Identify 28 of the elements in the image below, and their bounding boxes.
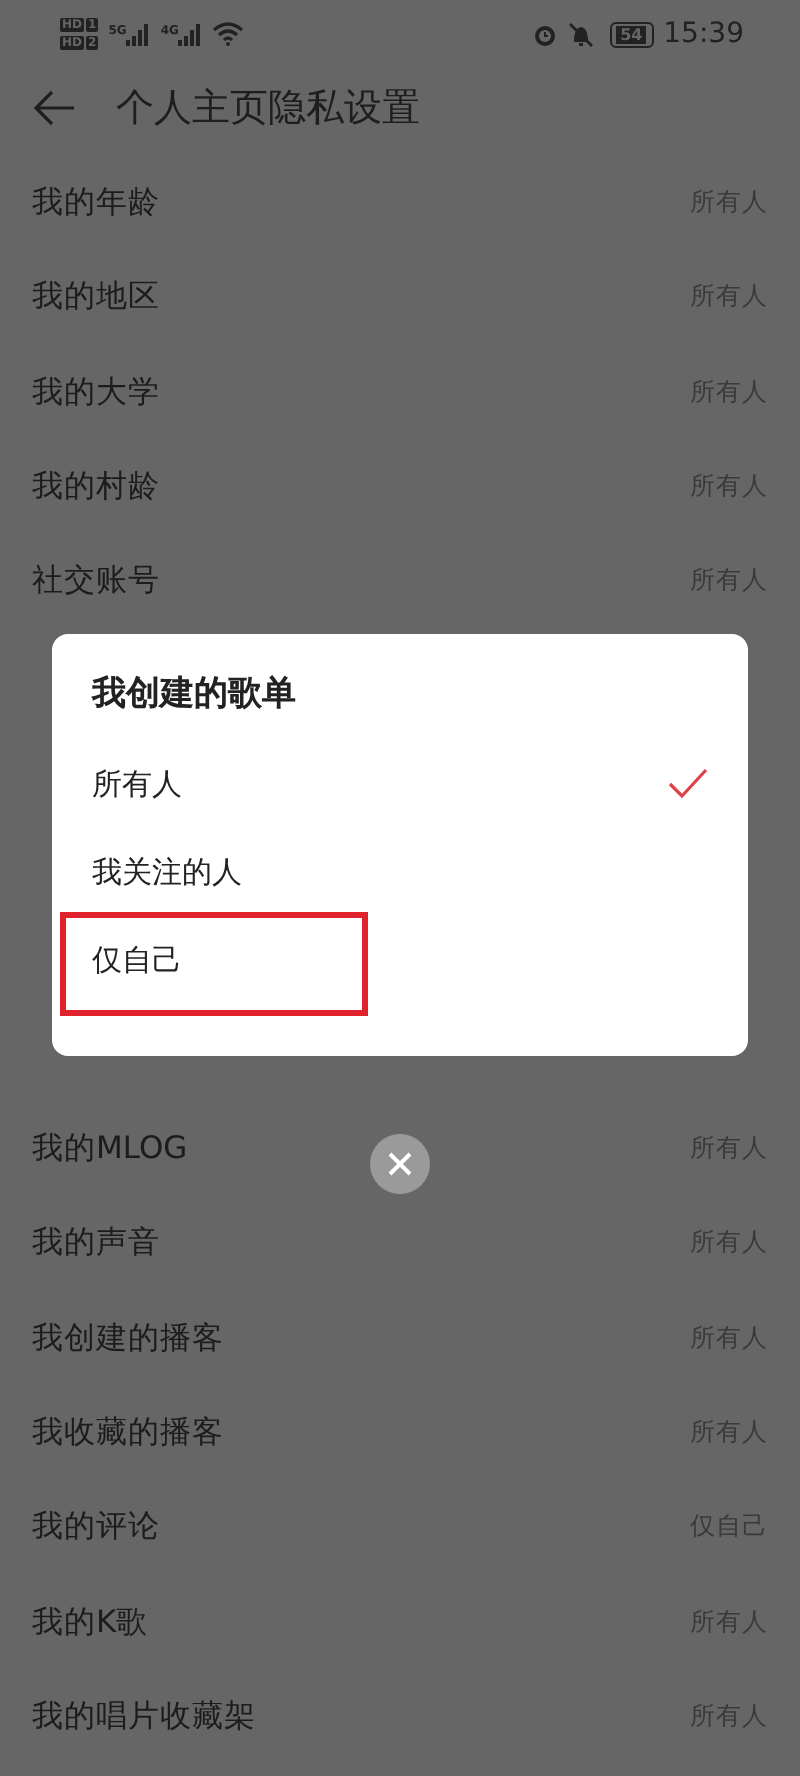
setting-label[interactable]: 我的地区 bbox=[32, 276, 160, 319]
setting-label[interactable]: 我的村龄 bbox=[32, 466, 160, 509]
dialog-title: 我创建的歌单 bbox=[89, 672, 298, 716]
alarm-icon bbox=[531, 21, 558, 47]
setting-label[interactable]: 我收藏的播客 bbox=[32, 1412, 224, 1455]
close-icon bbox=[388, 1152, 412, 1176]
muted-bell-icon bbox=[567, 21, 594, 47]
setting-label[interactable]: 我创建的播客 bbox=[32, 1317, 224, 1360]
setting-label[interactable]: 社交账号 bbox=[32, 560, 160, 603]
setting-label[interactable]: 我的评论 bbox=[32, 1506, 160, 1549]
back-arrow-icon bbox=[32, 90, 76, 126]
battery-icon: 54 bbox=[609, 21, 654, 47]
option-item[interactable]: 我关注的人 bbox=[52, 828, 748, 916]
page-title: 个人主页隐私设置 bbox=[116, 84, 420, 134]
option-item[interactable]: 所有人 bbox=[52, 740, 748, 828]
clock-time: 15:39 bbox=[663, 18, 744, 50]
setting-label[interactable]: 我的声音 bbox=[32, 1222, 160, 1265]
back-button[interactable] bbox=[32, 90, 76, 126]
setting-label[interactable]: 我的唱片收藏架 bbox=[32, 1695, 256, 1738]
signal-icon bbox=[178, 23, 203, 45]
setting-label[interactable]: 我的大学 bbox=[32, 371, 160, 414]
signal-icon bbox=[126, 23, 151, 45]
wifi-icon bbox=[212, 22, 245, 46]
setting-label[interactable]: 我的年龄 bbox=[32, 182, 160, 225]
close-button[interactable] bbox=[370, 1134, 430, 1194]
setting-label[interactable]: 我的MLOG bbox=[32, 1128, 188, 1171]
setting-label[interactable]: 我的K歌 bbox=[32, 1601, 149, 1644]
option-item[interactable]: 仅自己 bbox=[52, 916, 748, 1004]
